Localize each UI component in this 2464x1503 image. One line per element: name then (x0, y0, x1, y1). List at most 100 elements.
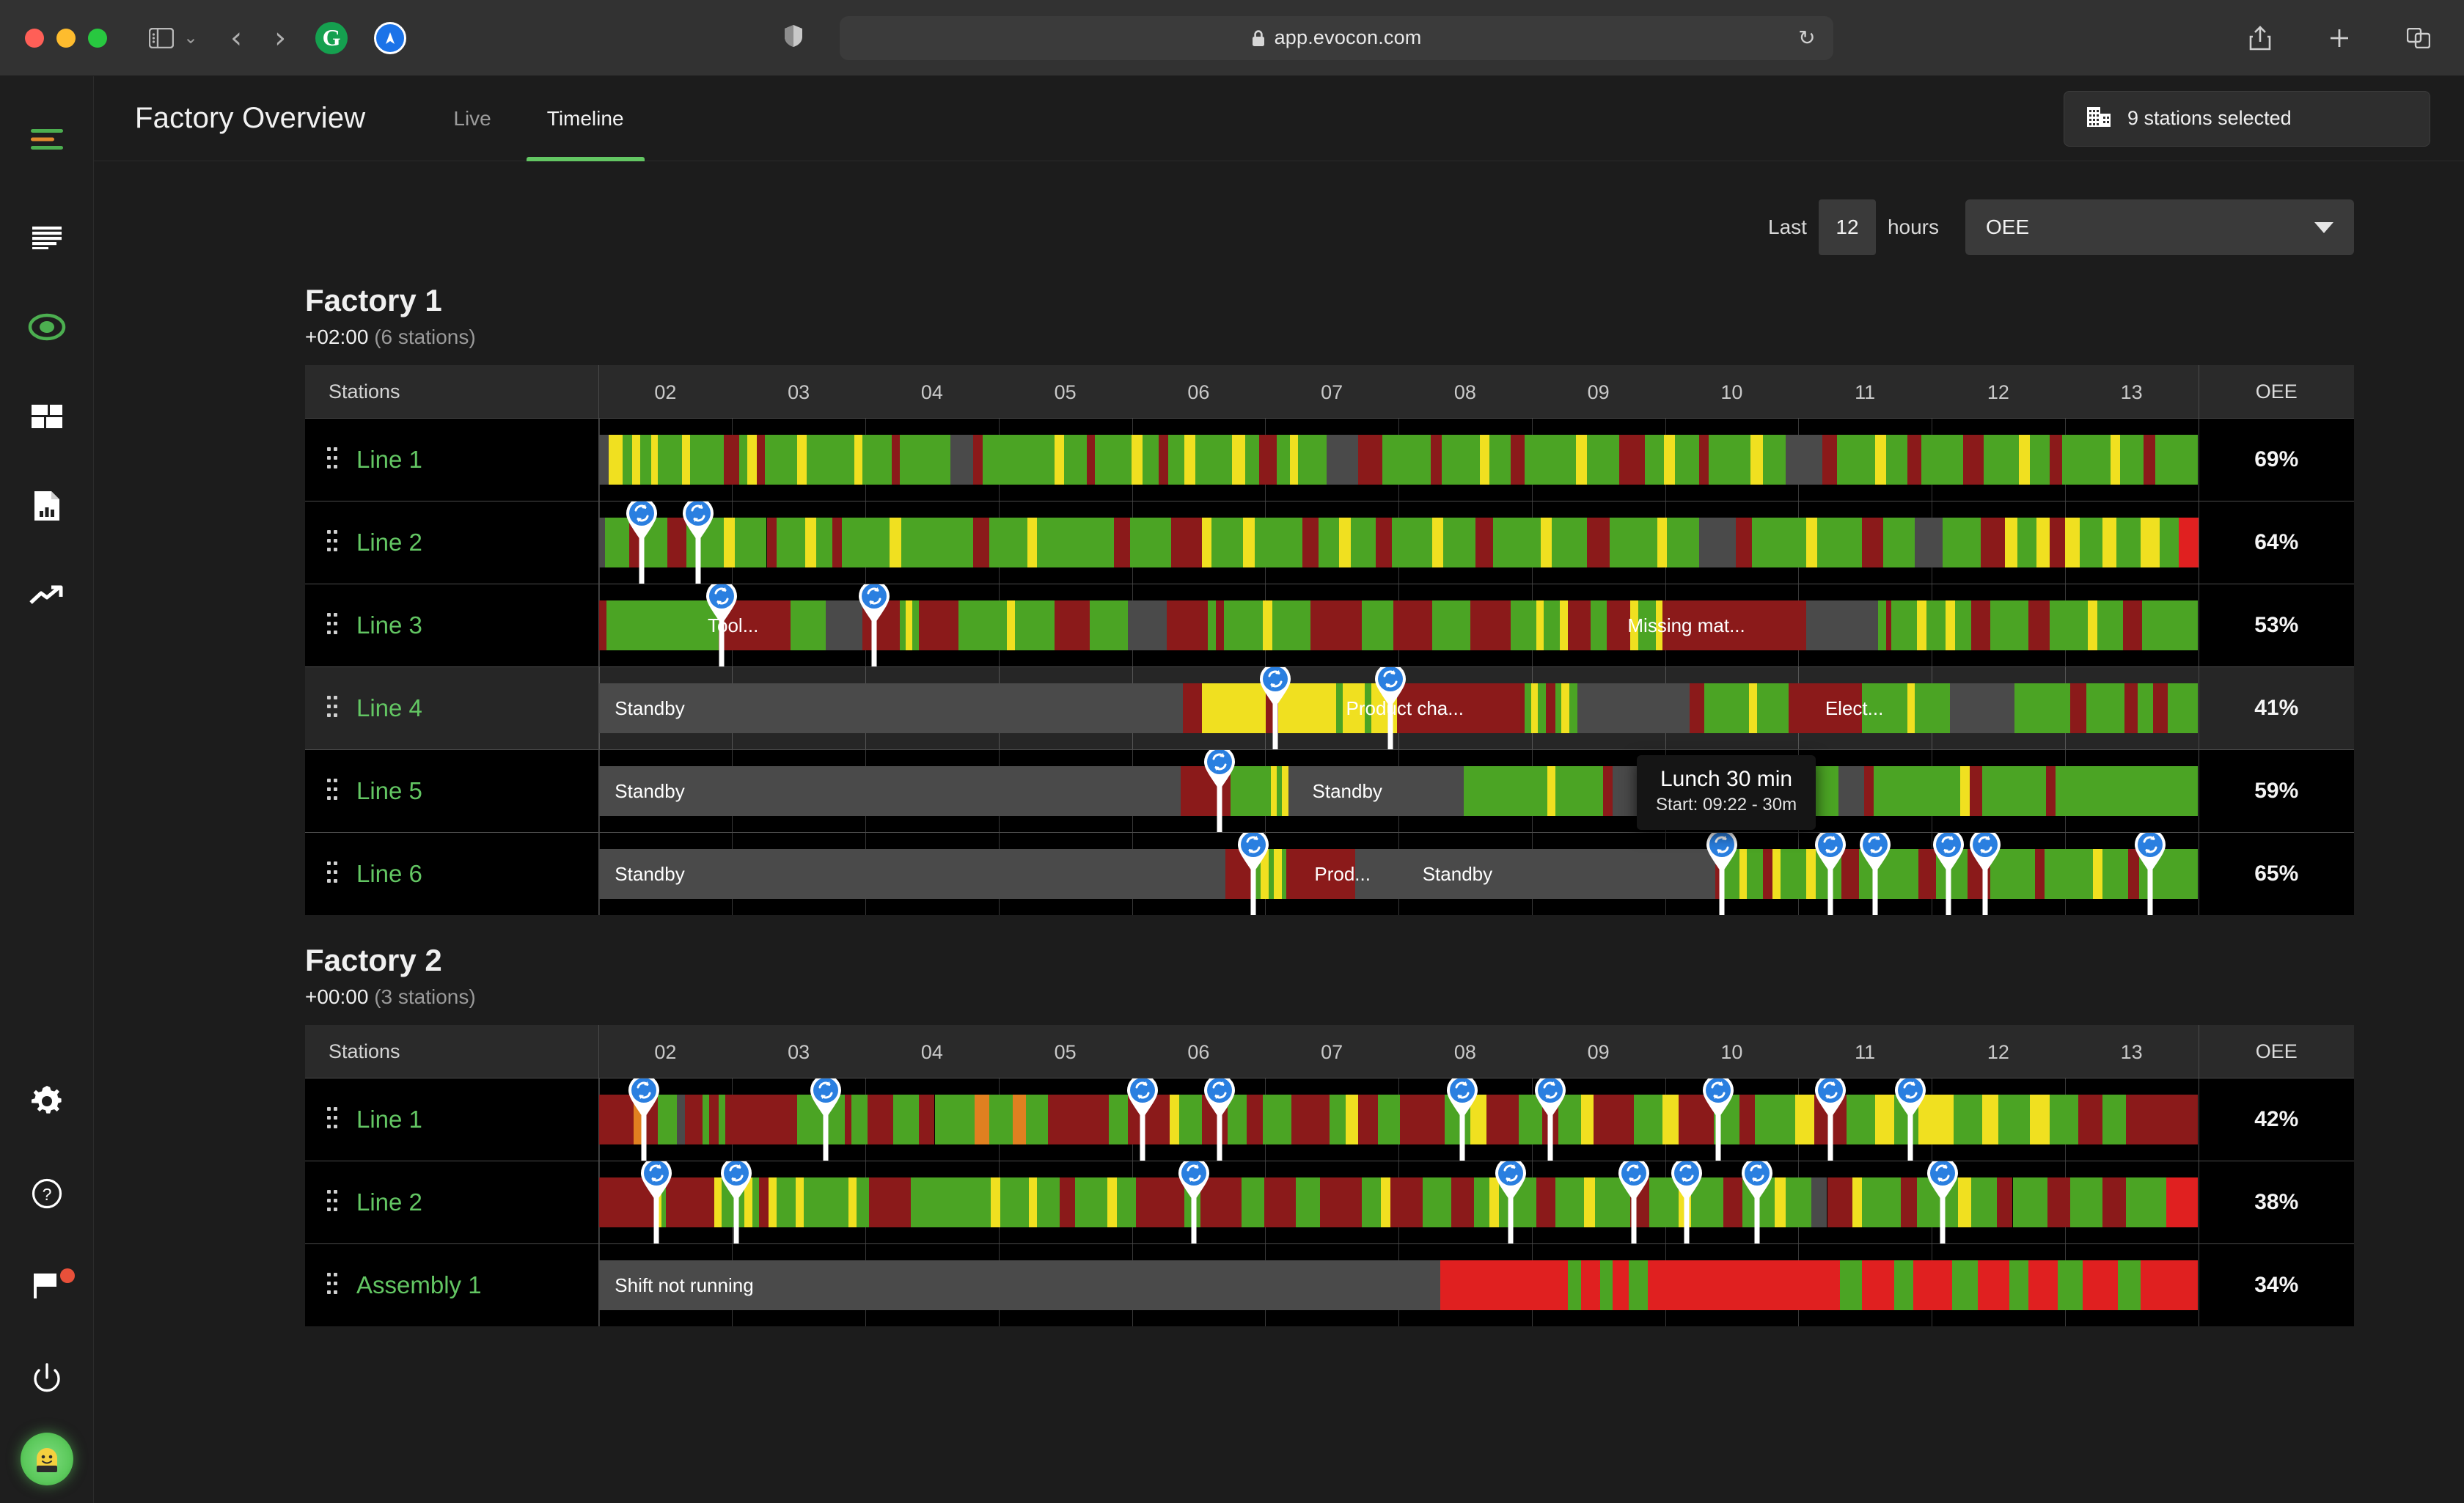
timeline-segment[interactable] (832, 518, 842, 567)
timeline-track[interactable] (598, 1161, 2199, 1243)
timeline-segment[interactable] (2118, 1260, 2141, 1310)
timeline-segment[interactable] (989, 518, 1027, 567)
timeline-segment[interactable] (1264, 1177, 1297, 1227)
drag-handle-icon[interactable] (327, 779, 337, 804)
timeline-segment[interactable] (1747, 849, 1764, 899)
sidebar-item-settings[interactable] (12, 1066, 82, 1136)
close-window-button[interactable] (25, 28, 44, 48)
timeline-segment[interactable] (1817, 518, 1863, 567)
timeline-segment[interactable] (598, 518, 606, 567)
chevron-down-icon[interactable]: ⌄ (183, 27, 198, 48)
changeover-pin-marker[interactable] (1177, 1161, 1211, 1243)
timeline-segment[interactable] (1055, 600, 1090, 650)
timeline-scroll-area[interactable]: Last hours OEE Factory 1 +02:00 (6 stati… (94, 161, 2464, 1503)
table-row[interactable]: Line 4 Standby Product cha... Elect... 4… (305, 666, 2354, 750)
timeline-segment[interactable] (1594, 1095, 1634, 1144)
timeline-segment[interactable] (934, 1095, 975, 1144)
timeline-segment[interactable] (1977, 1260, 2010, 1310)
timeline-segment[interactable] (1580, 1095, 1594, 1144)
timeline-segment[interactable] (918, 600, 959, 650)
drag-handle-icon[interactable] (327, 447, 337, 472)
timeline-segment[interactable] (1480, 435, 1490, 485)
changeover-pin-marker[interactable] (719, 1161, 753, 1243)
timeline-segment[interactable] (1748, 683, 1757, 733)
changeover-pin-marker[interactable] (1705, 833, 1739, 915)
timeline-segment[interactable] (1064, 435, 1087, 485)
timeline-track[interactable]: Standby Product cha... Elect... (598, 667, 2199, 749)
timeline-segment[interactable] (1629, 1260, 1649, 1310)
timeline-segment[interactable] (1852, 1177, 1863, 1227)
station-timeline-cell[interactable]: Standby Standby (598, 749, 2199, 833)
timeline-segment[interactable] (1342, 683, 1365, 733)
timeline-segment[interactable] (1128, 600, 1167, 650)
timeline-segment[interactable] (1131, 435, 1143, 485)
station-name-cell[interactable]: Line 1 (305, 418, 599, 501)
changeover-pin-marker[interactable] (1126, 1078, 1159, 1161)
timeline-segment[interactable] (2017, 518, 2037, 567)
timeline-segment[interactable] (958, 600, 1007, 650)
timeline-segment[interactable] (1552, 518, 1588, 567)
timeline-segment[interactable] (1094, 435, 1132, 485)
timeline-segment[interactable] (1195, 435, 1233, 485)
changeover-pin-marker[interactable] (1968, 833, 2002, 915)
timeline-segment[interactable] (1262, 600, 1272, 650)
maximize-window-button[interactable] (88, 28, 107, 48)
share-icon[interactable] (2240, 18, 2281, 59)
station-name-cell[interactable]: Line 3 (305, 584, 599, 667)
timeline-segment[interactable] (1580, 1260, 1600, 1310)
timeline-bar[interactable] (598, 518, 2199, 567)
timeline-segment[interactable] (1752, 518, 1807, 567)
timeline-segment[interactable] (1291, 1095, 1330, 1144)
timeline-segment[interactable] (1025, 1095, 1049, 1144)
timeline-segment[interactable] (1107, 1177, 1118, 1227)
timeline-segment[interactable] (1475, 518, 1493, 567)
timeline-segment[interactable] (1358, 1095, 1378, 1144)
drag-handle-icon[interactable] (327, 1107, 337, 1132)
tab-overview-icon[interactable] (2398, 18, 2439, 59)
timeline-segment[interactable] (1755, 1095, 1795, 1144)
timeline-segment[interactable] (1962, 435, 1984, 485)
timeline-segment[interactable] (2078, 1095, 2102, 1144)
timeline-segment[interactable] (776, 1177, 796, 1227)
timeline-segment[interactable] (1772, 849, 1781, 899)
timeline-segment[interactable] (1862, 1260, 1895, 1310)
timeline-segment[interactable] (1569, 683, 1578, 733)
timeline-segment[interactable] (658, 1095, 678, 1144)
timeline-segment[interactable] (1839, 1260, 1863, 1310)
timeline-segment[interactable] (757, 435, 766, 485)
timeline-segment[interactable] (1916, 600, 1926, 650)
station-timeline-cell[interactable] (598, 1078, 2199, 1161)
timeline-segment[interactable] (899, 600, 906, 650)
timeline-segment[interactable] (2065, 518, 2080, 567)
timeline-segment[interactable] (1827, 1177, 1853, 1227)
timeline-segment[interactable] (1648, 1260, 1840, 1310)
timeline-segment[interactable] (1531, 683, 1538, 733)
timeline-segment[interactable] (1590, 600, 1607, 650)
timeline-segment[interactable] (1430, 435, 1442, 485)
timeline-segment[interactable] (1555, 683, 1562, 733)
changeover-pin-marker[interactable] (1203, 750, 1236, 832)
timeline-segment[interactable] (747, 435, 758, 485)
timeline-segment[interactable] (598, 683, 1183, 733)
timeline-segment[interactable] (1545, 683, 1555, 733)
timeline-segment[interactable] (2049, 435, 2063, 485)
changeover-pin-marker[interactable] (1203, 1078, 1236, 1161)
timeline-segment[interactable] (972, 435, 983, 485)
timeline-segment[interactable] (1288, 766, 1464, 816)
timeline-segment[interactable] (1170, 1095, 1180, 1144)
changeover-pin-marker[interactable] (639, 1161, 673, 1243)
timeline-segment[interactable] (1537, 683, 1546, 733)
station-timeline-cell[interactable]: Standby Product cha... Elect... (598, 666, 2199, 750)
timeline-segment[interactable] (1086, 435, 1095, 485)
timeline-segment[interactable] (1822, 435, 1837, 485)
timeline-segment[interactable] (1915, 518, 1943, 567)
reload-icon[interactable]: ↻ (1798, 26, 1815, 50)
timeline-segment[interactable] (1785, 435, 1822, 485)
timeline-segment[interactable] (1361, 600, 1394, 650)
timeline-segment[interactable] (1781, 849, 1807, 899)
table-row[interactable]: Line 5 Standby Standby 59% (305, 749, 2354, 833)
timeline-track[interactable]: Tool... Missing mat... (598, 584, 2199, 666)
timeline-segment[interactable] (795, 1177, 804, 1227)
timeline-segment[interactable] (1577, 683, 1690, 733)
changeover-pin-marker[interactable] (1701, 1078, 1735, 1161)
